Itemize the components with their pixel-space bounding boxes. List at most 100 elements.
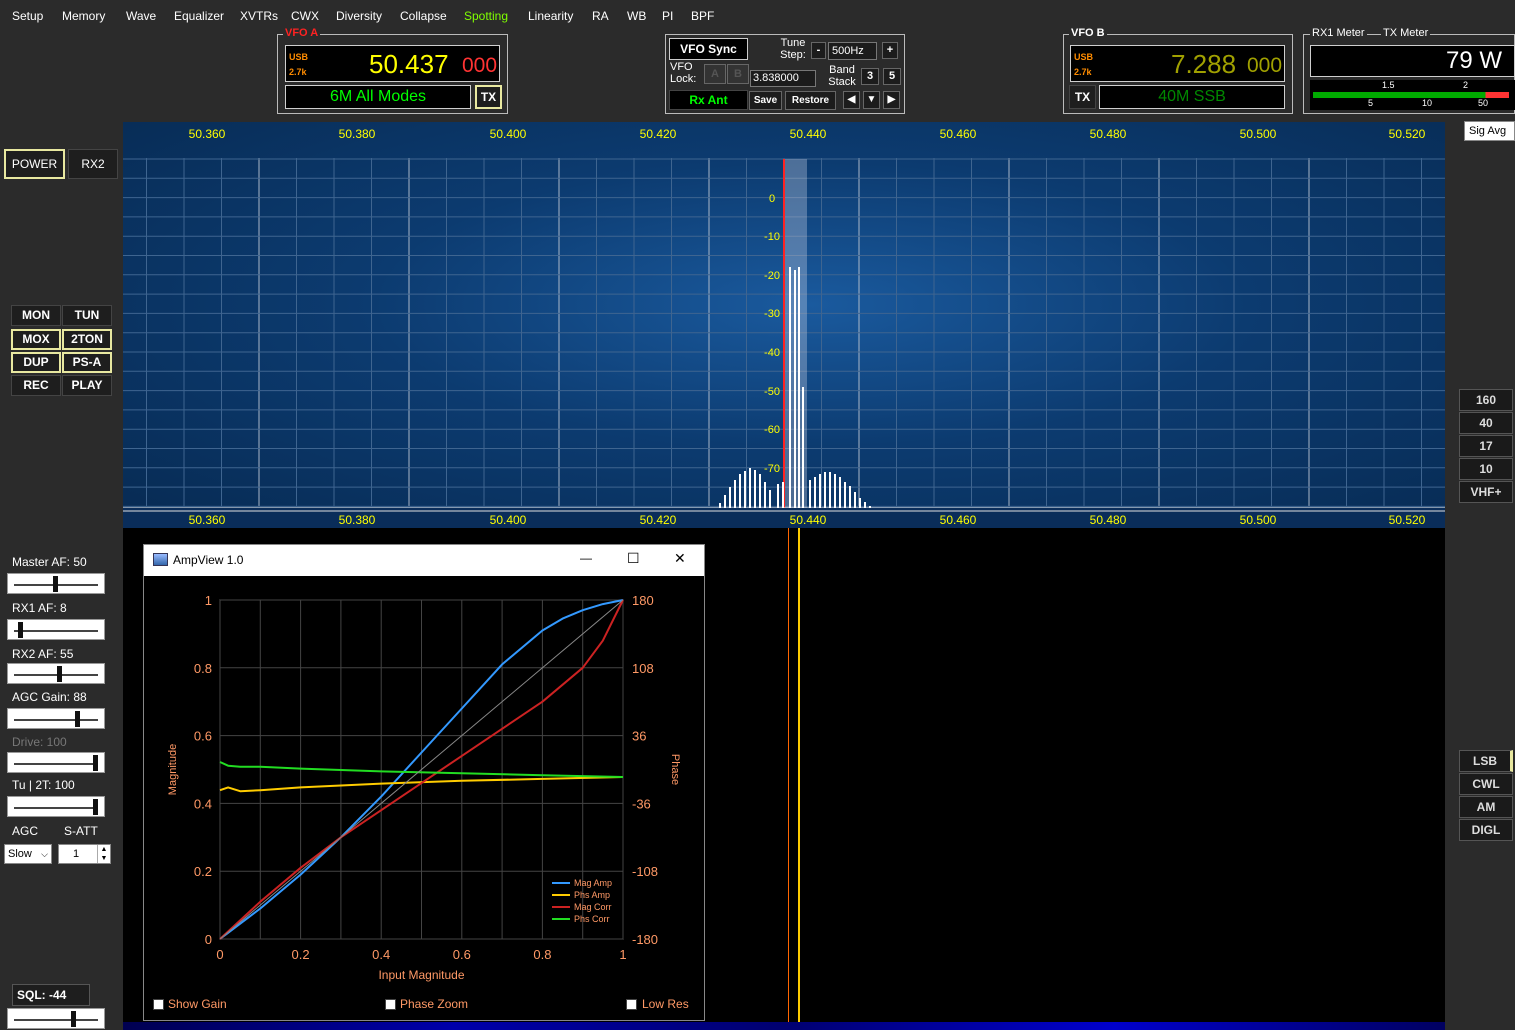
- phase-zoom-checkbox[interactable]: [385, 999, 396, 1010]
- pan-db-label: -10: [764, 231, 780, 243]
- vfo-b-mode: USB: [1074, 52, 1094, 62]
- low-res-checkbox[interactable]: [626, 999, 637, 1010]
- agc-select[interactable]: Slow ⌵: [4, 844, 52, 864]
- waterfall-center-marker: [798, 528, 800, 1022]
- band-stack-5-button[interactable]: 5: [883, 68, 901, 85]
- menu-item-memory[interactable]: Memory: [62, 9, 105, 23]
- menu-item-spotting[interactable]: Spotting: [464, 9, 508, 23]
- menu-item-pi[interactable]: PI: [662, 9, 673, 23]
- arrow-down-icon[interactable]: ▼: [863, 91, 880, 109]
- menu-item-equalizer[interactable]: Equalizer: [174, 9, 224, 23]
- tu-2t-slider[interactable]: [7, 796, 105, 817]
- rx2-af-thumb[interactable]: [57, 666, 62, 682]
- sql-thumb[interactable]: [71, 1011, 76, 1027]
- band-button-10[interactable]: 10: [1459, 458, 1513, 480]
- vfo-lock-a-button[interactable]: A: [704, 64, 726, 84]
- vfo-b-display[interactable]: USB 2.7k 7.288 000: [1070, 45, 1285, 82]
- mode-button-digl[interactable]: DIGL: [1459, 819, 1513, 841]
- pan-db-label: -50: [764, 386, 780, 398]
- vfo-a-tx-button[interactable]: TX: [475, 85, 502, 109]
- menu-item-bpf[interactable]: BPF: [691, 9, 714, 23]
- agc-select-value: Slow: [8, 848, 32, 860]
- chart-y2-axis-label: Phase: [669, 754, 681, 785]
- drive-label: Drive: 100: [12, 735, 67, 749]
- show-gain-label[interactable]: Show Gain: [168, 997, 227, 1011]
- vfo-b-tx-button[interactable]: TX: [1069, 85, 1096, 109]
- dup-button[interactable]: DUP: [11, 352, 61, 373]
- ampview-window[interactable]: AmpView 1.0 — ☐ ✕ 0 0.2 0.4 0.6 0.8 1 0 0.2 0.4 0…: [143, 544, 705, 1021]
- psa-button[interactable]: PS-A: [62, 352, 112, 373]
- minimize-icon[interactable]: —: [580, 551, 592, 565]
- band-stack-3-button[interactable]: 3: [861, 68, 879, 85]
- band-button-40[interactable]: 40: [1459, 412, 1513, 434]
- arrow-right-icon[interactable]: ▶: [883, 91, 900, 109]
- menu-item-wave[interactable]: Wave: [126, 9, 156, 23]
- sig-avg-selector[interactable]: Sig Avg: [1464, 121, 1515, 141]
- tune-step-minus-button[interactable]: -: [811, 42, 826, 59]
- vfo-a-display[interactable]: USB 2.7k 50.437 000: [285, 45, 500, 82]
- vfo-lock-b-button[interactable]: B: [727, 64, 749, 84]
- vfo-lock-frequency[interactable]: 3.838000: [750, 70, 816, 87]
- master-af-thumb[interactable]: [53, 576, 58, 592]
- menu-item-xvtrs[interactable]: XVTRs: [240, 9, 278, 23]
- mode-button-lsb[interactable]: LSB: [1459, 750, 1513, 772]
- maximize-icon[interactable]: ☐: [627, 550, 640, 567]
- rx1-af-slider[interactable]: [7, 619, 105, 640]
- rx2-button[interactable]: RX2: [68, 149, 118, 179]
- mode-button-am[interactable]: AM: [1459, 796, 1513, 818]
- pan-freq-label-top: 50.440: [789, 127, 827, 141]
- menu-item-collapse[interactable]: Collapse: [400, 9, 447, 23]
- rx1-af-thumb[interactable]: [18, 622, 23, 638]
- mode-button-cwl[interactable]: CWL: [1459, 773, 1513, 795]
- panadapter-spectrum: [123, 158, 1445, 528]
- agc-gain-thumb[interactable]: [75, 711, 80, 727]
- show-gain-checkbox[interactable]: [153, 999, 164, 1010]
- phase-zoom-label[interactable]: Phase Zoom: [400, 997, 468, 1011]
- chart-legend-label: Phs Corr: [574, 914, 610, 924]
- vfo-lock-label: VFO Lock:: [670, 61, 697, 85]
- agc-gain-slider[interactable]: [7, 708, 105, 729]
- rx1-meter-label[interactable]: RX1 Meter: [1310, 27, 1367, 39]
- mon-button[interactable]: MON: [11, 305, 61, 326]
- sql-slider[interactable]: [7, 1008, 105, 1029]
- tu-2t-thumb[interactable]: [93, 799, 98, 815]
- tune-step-plus-button[interactable]: +: [882, 42, 898, 59]
- rec-button[interactable]: REC: [11, 375, 61, 396]
- band-button-160[interactable]: 160: [1459, 389, 1513, 411]
- menu-item-cwx[interactable]: CWX: [291, 9, 319, 23]
- 2ton-button[interactable]: 2TON: [62, 329, 112, 350]
- drive-slider[interactable]: [7, 752, 105, 773]
- power-button[interactable]: POWER: [4, 149, 65, 179]
- close-icon[interactable]: ✕: [674, 550, 686, 567]
- band-button-17[interactable]: 17: [1459, 435, 1513, 457]
- rx-ant-button[interactable]: Rx Ant: [669, 90, 748, 110]
- restore-button[interactable]: Restore: [785, 91, 836, 110]
- chart-y-tick: 0.6: [194, 729, 212, 744]
- menu-item-linearity[interactable]: Linearity: [528, 9, 573, 23]
- tun-button[interactable]: TUN: [62, 305, 112, 326]
- vfo-a-filter: 2.7k: [289, 67, 307, 77]
- pan-freq-label-top: 50.400: [489, 127, 527, 141]
- arrow-left-icon[interactable]: ◀: [843, 91, 860, 109]
- master-af-slider[interactable]: [7, 573, 105, 594]
- panadapter[interactable]: [123, 122, 1445, 528]
- save-button[interactable]: Save: [749, 91, 782, 110]
- menu-item-diversity[interactable]: Diversity: [336, 9, 382, 23]
- tx-meter-label[interactable]: TX Meter: [1381, 27, 1431, 39]
- menu-item-ra[interactable]: RA: [592, 9, 609, 23]
- ampview-titlebar[interactable]: AmpView 1.0 — ☐ ✕: [144, 545, 704, 576]
- low-res-label[interactable]: Low Res: [642, 997, 689, 1011]
- vfo-a-mode: USB: [289, 52, 309, 62]
- rx2-af-slider[interactable]: [7, 663, 105, 684]
- stepper-arrows-icon[interactable]: ▲ ▼: [97, 845, 110, 863]
- play-button[interactable]: PLAY: [62, 375, 112, 396]
- menu-item-wb[interactable]: WB: [627, 9, 646, 23]
- vfo-sync-button[interactable]: VFO Sync: [669, 38, 748, 60]
- drive-thumb[interactable]: [93, 755, 98, 771]
- mox-button[interactable]: MOX: [11, 329, 61, 350]
- agc-gain-label: AGC Gain: 88: [12, 690, 87, 704]
- band-button-vhf-plus[interactable]: VHF+: [1459, 481, 1513, 503]
- s-att-stepper[interactable]: 1 ▲ ▼: [58, 844, 111, 864]
- tune-step-value[interactable]: 500Hz: [828, 42, 877, 60]
- menu-item-setup[interactable]: Setup: [12, 9, 43, 23]
